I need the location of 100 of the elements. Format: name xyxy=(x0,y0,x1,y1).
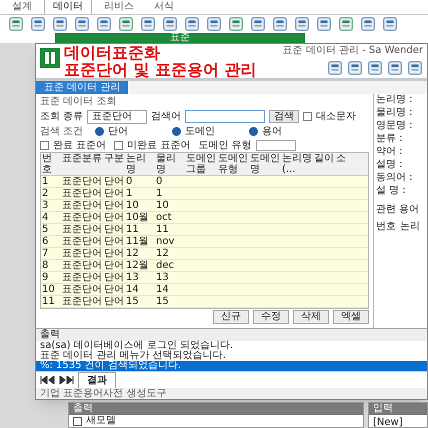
output-line: 표준 데이터 관리 메뉴가 선택되었습니다. xyxy=(39,351,227,361)
table-cell-text: 2 xyxy=(41,188,50,199)
table-cell: 단어 xyxy=(103,200,125,211)
list-title: 관련 용어 xyxy=(376,203,420,217)
radio-button[interactable] xyxy=(172,126,182,136)
toolbar-icon[interactable] xyxy=(52,16,68,32)
table-cell-text: 14 xyxy=(155,284,170,295)
detail-label: 영문명 : xyxy=(376,120,414,131)
table-cell-text: 3 xyxy=(41,200,50,211)
radio-button[interactable] xyxy=(249,126,258,136)
toolbar-icon[interactable] xyxy=(30,16,46,32)
toolbar-icon[interactable] xyxy=(367,60,383,76)
table-cell: 표준단어 xyxy=(61,248,103,259)
table-cell: 표준단어 xyxy=(61,188,103,199)
field-label: 검색어 xyxy=(151,110,182,124)
kind-dropdown[interactable]: 표준단어 xyxy=(87,110,148,124)
toolbar-icon[interactable] xyxy=(8,16,24,32)
table-cell-text: 11 xyxy=(155,224,170,235)
checkbox-label: 대소문자 xyxy=(316,110,356,124)
column-header[interactable]: 표준분류 xyxy=(61,153,103,175)
column-header[interactable]: 논리명(... xyxy=(281,153,313,175)
column-header[interactable]: 번호 xyxy=(376,219,396,234)
toolbar-icon[interactable] xyxy=(250,16,266,32)
action-button[interactable]: 엑셀 xyxy=(333,310,369,324)
model-icon xyxy=(73,416,82,426)
ribbon-tab[interactable]: 서식 xyxy=(146,0,182,14)
table-cell: 표준단어 xyxy=(61,224,103,235)
toolbar-icon[interactable] xyxy=(228,16,244,32)
column-header[interactable]: 논리 xyxy=(400,219,420,234)
toolbar-icon[interactable] xyxy=(272,16,288,32)
toolbar-icon[interactable] xyxy=(316,16,332,32)
table-cell: 단어 xyxy=(103,188,125,199)
search-field[interactable] xyxy=(185,110,266,123)
column-header[interactable]: 길이 xyxy=(313,153,335,175)
ribbon-group-label: 표준 xyxy=(55,33,305,43)
table-cell-text: 0 xyxy=(155,176,164,187)
detail-label: 분류 : xyxy=(376,133,404,144)
column-header[interactable]: 도메인그룹 xyxy=(185,153,217,175)
toolbar-icon[interactable] xyxy=(162,16,178,32)
table-cell: 표준단어 xyxy=(61,272,103,283)
column-header[interactable]: 번호 xyxy=(41,153,61,175)
overlay-title: 데이터표준화 xyxy=(64,44,161,61)
column-header[interactable]: 소 xyxy=(335,153,347,175)
checkbox[interactable] xyxy=(114,140,124,150)
toolbar-icon[interactable] xyxy=(387,60,403,76)
action-button[interactable]: 삭제 xyxy=(293,310,329,324)
case-checkbox[interactable] xyxy=(303,112,312,121)
navigation-arrows-icon[interactable] xyxy=(40,376,74,384)
table-cell-text: 6 xyxy=(41,236,50,247)
table-cell-text: nov xyxy=(155,236,176,247)
toolbar-icon[interactable] xyxy=(382,16,398,32)
toolbar-icon[interactable] xyxy=(407,60,423,76)
radio-button[interactable] xyxy=(95,126,104,136)
toolbar-icon[interactable] xyxy=(118,16,134,32)
checkbox-label: 미완료 표준어 xyxy=(127,138,190,152)
table-cell-text: 12 xyxy=(125,248,140,259)
table-cell: 표준단어 xyxy=(61,200,103,211)
toolbar-icon[interactable] xyxy=(360,16,376,32)
toolbar-icon[interactable] xyxy=(140,16,156,32)
search-button[interactable]: 검색 xyxy=(269,110,300,123)
column-header[interactable]: 구분 xyxy=(103,153,125,175)
toolbar-icon[interactable] xyxy=(294,16,310,32)
status-text: 기업 표준용어사전 생성도구 xyxy=(36,388,427,399)
detail-label: 물리명 : xyxy=(376,107,414,118)
column-header[interactable]: 도메인명 xyxy=(249,153,281,175)
table-cell: 표준단어 xyxy=(61,212,103,223)
toolbar-icon[interactable] xyxy=(96,16,112,32)
toolbar-icon[interactable] xyxy=(327,60,343,76)
table-cell-text: 15 xyxy=(155,296,170,307)
detail-label: 설명 : xyxy=(376,159,404,170)
column-header[interactable]: 도메인 유형 xyxy=(217,153,249,175)
action-button[interactable]: 신규 xyxy=(213,310,249,324)
table-cell-text: 10 xyxy=(155,200,170,211)
table-cell-text: 11월 xyxy=(125,236,150,247)
ribbon-tab[interactable]: 데이터 xyxy=(44,0,92,14)
document-tab[interactable]: 표준 데이터 관리 xyxy=(36,81,128,94)
ribbon-tab[interactable]: 리비스 xyxy=(96,0,142,14)
column-header[interactable]: 논리명 xyxy=(125,153,155,175)
table-cell-text: 8 xyxy=(41,260,50,271)
action-button[interactable]: 수정 xyxy=(253,310,289,324)
input-value: [New] xyxy=(372,416,404,428)
group-legend: 표준 데이터 조회 xyxy=(40,94,369,109)
table-cell: 표준단어 xyxy=(61,296,103,307)
radio-label: 도메인 xyxy=(185,124,216,138)
toolbar-icon[interactable] xyxy=(74,16,90,32)
table-cell: 단어 xyxy=(103,248,125,259)
tree-item[interactable]: 새모델 xyxy=(86,415,116,427)
field-label: 조회 종류 xyxy=(40,110,84,124)
toolbar-icon[interactable] xyxy=(184,16,200,32)
table-cell-text: 5 xyxy=(41,224,50,235)
ribbon-tab[interactable]: 설계 xyxy=(4,0,40,14)
table-cell: 표준단어 xyxy=(61,260,103,271)
table-cell-text: 4 xyxy=(41,212,50,223)
toolbar-icon[interactable] xyxy=(338,16,354,32)
toolbar-icon[interactable] xyxy=(206,16,222,32)
table-cell-text: 14 xyxy=(125,284,140,295)
table-cell-text: oct xyxy=(155,212,173,223)
checkbox[interactable] xyxy=(40,140,49,150)
toolbar-icon[interactable] xyxy=(347,60,363,76)
column-header[interactable]: 물리명 xyxy=(155,153,185,175)
